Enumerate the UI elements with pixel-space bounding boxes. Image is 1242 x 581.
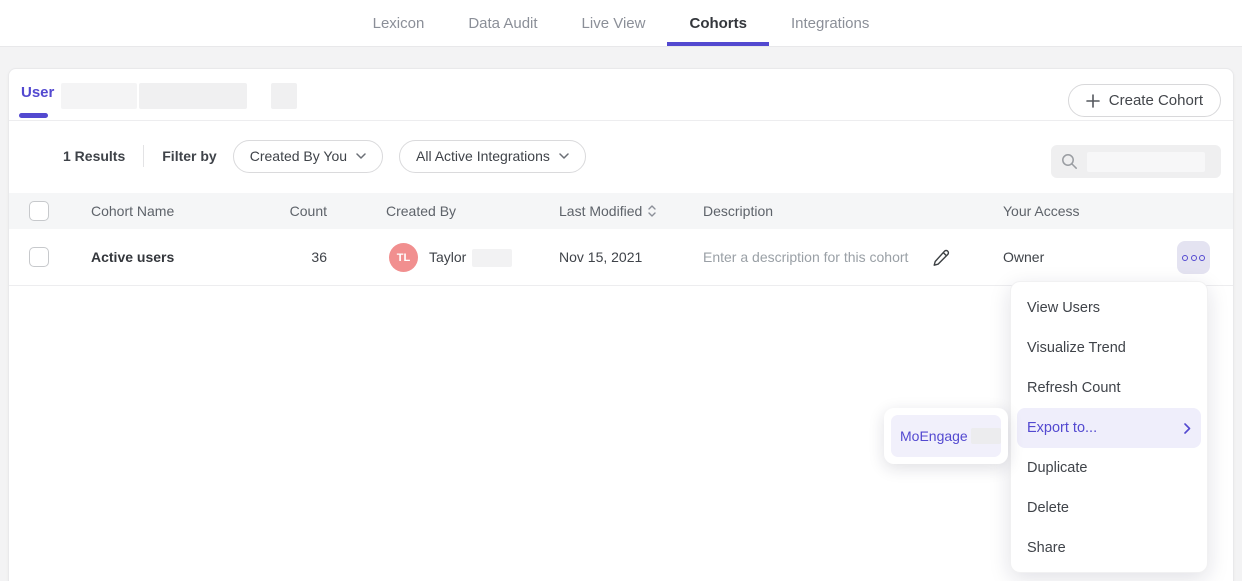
chevron-right-icon [1184,423,1191,434]
redacted-search-text [1087,152,1205,172]
nav-tab-lexicon[interactable]: Lexicon [373,0,425,46]
nav-tab-data-audit[interactable]: Data Audit [468,0,537,46]
search-input[interactable] [1051,145,1221,178]
access-level: Owner [1003,229,1044,286]
divider [143,145,144,167]
nav-tab-label: Data Audit [468,15,537,32]
menu-item-export-to[interactable]: Export to... [1017,408,1201,448]
menu-item-duplicate[interactable]: Duplicate [1011,448,1207,488]
column-header-created-by[interactable]: Created By [386,193,456,229]
last-modified-date: Nov 15, 2021 [559,229,642,285]
pencil-icon [931,248,951,268]
plus-icon [1086,94,1100,108]
redacted-tab [139,83,247,109]
menu-item-share[interactable]: Share [1011,528,1207,568]
row-checkbox[interactable] [29,247,49,267]
menu-item-delete[interactable]: Delete [1011,488,1207,528]
nav-tab-cohorts[interactable]: Cohorts [689,0,747,46]
last-modified-label: Last Modified [559,193,642,229]
column-header-count[interactable]: Count [239,193,327,229]
search-icon [1061,153,1078,170]
more-options-icon [1199,255,1205,261]
cohort-type-tabs: User Create Cohort [9,69,1233,121]
submenu-item-moengage[interactable]: MoEngage [891,415,1001,457]
menu-item-visualize-trend[interactable]: Visualize Trend [1011,328,1207,368]
results-count: 1 Results [63,148,125,164]
moengage-label: MoEngage [900,428,968,444]
row-actions-button[interactable] [1177,241,1210,274]
created-by-dropdown[interactable]: Created By You [233,140,383,173]
create-cohort-button[interactable]: Create Cohort [1068,84,1221,117]
created-by-dropdown-value: Created By You [250,148,347,164]
redacted-submenu-text [971,428,1001,444]
nav-tab-label: Cohorts [689,15,747,32]
column-header-description: Description [703,193,773,229]
column-header-cohort-name[interactable]: Cohort Name [91,193,174,229]
menu-item-view-users[interactable]: View Users [1011,288,1207,328]
cohort-name-link[interactable]: Active users [91,229,174,286]
cohort-count: 36 [239,229,327,286]
edit-description-button[interactable] [929,246,953,270]
integrations-dropdown-value: All Active Integrations [416,148,550,164]
filter-row: 1 Results Filter by Created By You All A… [9,121,1233,191]
row-actions-menu: View Users Visualize Trend Refresh Count… [1010,281,1208,573]
redacted-tab [271,83,297,109]
more-options-icon [1182,255,1188,261]
table-row: Active users 36 TL Taylor Nov 15, 2021 E… [9,229,1233,286]
description-field[interactable]: Enter a description for this cohort [703,229,908,286]
redacted-tab [61,83,137,109]
nav-tab-label: Live View [582,15,646,32]
column-header-your-access: Your Access [1003,193,1080,229]
tab-user[interactable]: User [21,84,54,101]
chevron-down-icon [559,153,569,159]
table-header: Cohort Name Count Created By Last Modifi… [9,193,1233,229]
nav-tab-label: Integrations [791,15,869,32]
select-all-checkbox[interactable] [29,201,49,221]
nav-tab-integrations[interactable]: Integrations [791,0,869,46]
menu-item-refresh-count[interactable]: Refresh Count [1011,368,1207,408]
export-to-label: Export to... [1027,408,1097,448]
more-options-icon [1191,255,1197,261]
last-modified-value: Nov 15, 2021 [559,229,642,286]
sort-icon [648,205,656,217]
chevron-down-icon [356,153,366,159]
integrations-dropdown[interactable]: All Active Integrations [399,140,586,173]
create-cohort-label: Create Cohort [1109,92,1203,109]
filter-by-label: Filter by [162,148,216,164]
column-header-last-modified[interactable]: Last Modified [559,193,656,229]
created-by-name: Taylor [429,229,466,286]
avatar: TL [389,243,418,272]
export-submenu: MoEngage [884,408,1008,464]
active-tab-underline [667,42,769,46]
top-navigation: Lexicon Data Audit Live View Cohorts Int… [0,0,1242,47]
cohorts-page: Lexicon Data Audit Live View Cohorts Int… [0,0,1242,581]
redacted-last-name [472,249,512,267]
nav-tab-live-view[interactable]: Live View [582,0,646,46]
user-tab-underline [19,113,48,118]
nav-tab-label: Lexicon [373,15,425,32]
